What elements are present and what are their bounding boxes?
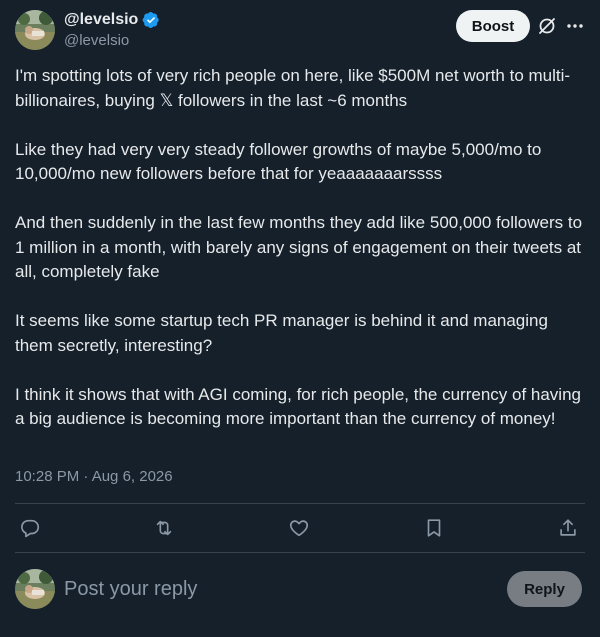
display-name-text: @levelsio <box>64 11 139 28</box>
user-avatar <box>15 569 55 609</box>
tweet-paragraph: And then suddenly in the last few months… <box>15 213 583 281</box>
author-avatar[interactable] <box>15 10 55 50</box>
boost-button[interactable]: Boost <box>456 10 530 42</box>
bookmark-icon[interactable] <box>423 517 445 539</box>
divider <box>15 503 585 504</box>
tweet-paragraph: It seems like some startup tech PR manag… <box>15 311 548 355</box>
reply-button[interactable]: Reply <box>507 571 582 607</box>
divider <box>15 552 585 553</box>
repost-icon[interactable] <box>153 517 175 539</box>
display-name[interactable]: @levelsio <box>64 11 160 29</box>
share-icon[interactable] <box>557 517 579 539</box>
verified-badge-icon <box>142 11 160 29</box>
avatar-photo-icon <box>15 569 55 609</box>
more-horizontal-icon[interactable] <box>565 16 585 36</box>
author-handle[interactable]: @levelsio <box>64 32 129 49</box>
heart-icon[interactable] <box>288 517 310 539</box>
tweet-paragraph: I think it shows that with AGI coming, f… <box>15 384 581 429</box>
tweet-paragraph: I'm spotting lots of very rich people on… <box>15 66 571 110</box>
slash-circle-icon[interactable] <box>537 16 557 36</box>
avatar-photo-icon <box>15 10 55 50</box>
tweet-text: I'm spotting lots of very rich people on… <box>15 64 587 432</box>
tweet-timestamp[interactable]: 10:28 PM · Aug 6, 2026 <box>15 468 173 485</box>
reply-icon[interactable] <box>19 517 41 539</box>
reply-input[interactable]: Post your reply <box>64 575 484 603</box>
tweet-paragraph: Like they had very very steady follower … <box>15 139 542 184</box>
